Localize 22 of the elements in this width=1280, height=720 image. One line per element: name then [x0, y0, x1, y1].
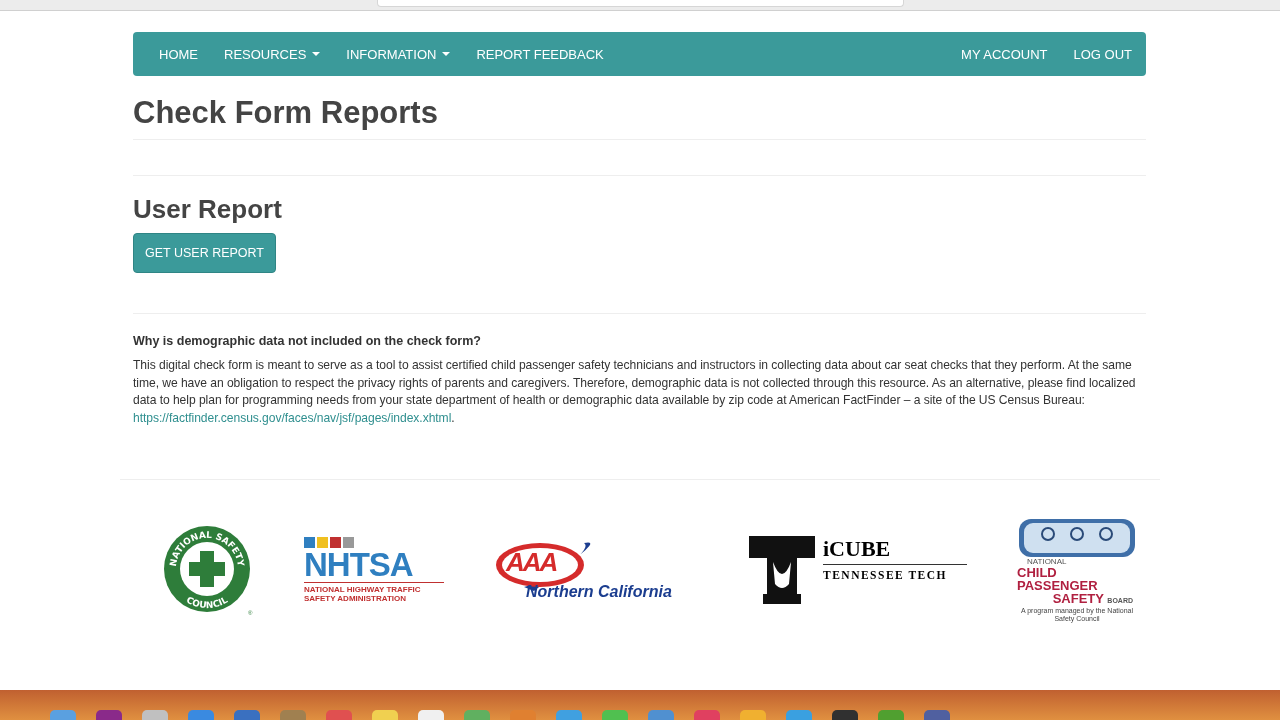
faq-question: Why is demographic data not included on the check form? [133, 334, 482, 348]
app-icon[interactable] [418, 710, 444, 720]
app-icon[interactable] [832, 710, 858, 720]
app-icon[interactable] [96, 710, 122, 720]
nav-link[interactable]: REPORT FEEDBACK [476, 46, 604, 62]
get-report-button[interactable]: GET USER REPORT [133, 233, 276, 273]
page-title: Check Form Reports [133, 95, 439, 131]
section-title: User Report [133, 193, 283, 225]
nav-link[interactable]: LOG OUT [1073, 46, 1132, 62]
nhtsa-logo: NHTSA NATIONAL HIGHWAY TRAFFIC SAFETY ADMINISTRATION [304, 537, 444, 604]
address-bar[interactable] [376, 0, 904, 7]
faq-answer: This digital check form is meant to serve as a tool to assist certified child passenger safety technicians and instructors in collecting data about car seat checks that they perform. At the same time, we have an obligation to respect the privacy rights of parents and caregivers. Therefore, demographic data is not collected through this resource. As an alternative, please find localized data to help plan for programming needs from your state department of health or demographic data available by zip code at American FactFinder – a site of the US Census Bureau: https://factfinder.census.gov/faces/nav/jsf/pages/index.xhtml. [133, 357, 1137, 428]
nav-link[interactable]: RESOURCES [224, 46, 321, 62]
app-icon[interactable] [372, 710, 398, 720]
app-icon[interactable] [924, 710, 950, 720]
nav-link[interactable]: HOME [159, 46, 198, 62]
caret-icon [442, 52, 451, 56]
caret-icon [312, 52, 321, 56]
nav-link[interactable]: MY ACCOUNT [961, 46, 1048, 62]
aaa-logo: AAA Northern California [494, 539, 699, 602]
nav-link[interactable]: INFORMATION [346, 46, 451, 62]
icube-logo: iCUBE TENNESSEE TECH [749, 536, 967, 605]
